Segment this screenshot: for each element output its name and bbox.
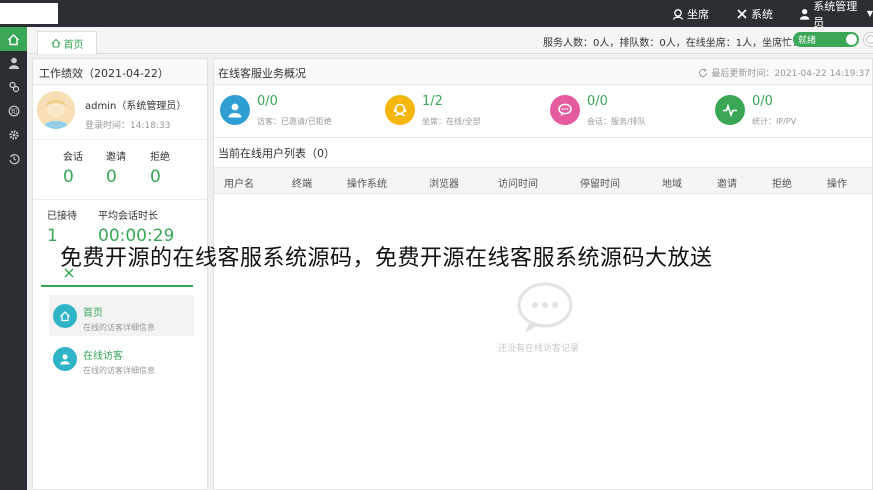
refresh-icon xyxy=(699,68,708,77)
tab-strip: 首页 服务人数：0人，排队数：0人，在线坐席：1人，坐席忙：0人 就绪 示忙 xyxy=(27,27,873,54)
metric-visitors-value: 0/0 xyxy=(257,94,278,109)
avatar xyxy=(37,91,75,129)
system-label: 系统 xyxy=(751,7,773,21)
toggle-knob xyxy=(846,34,857,45)
agent-icon xyxy=(385,95,415,125)
top-bar: 坐席 系统 系统管理员 ▼ xyxy=(0,0,873,29)
system-menu[interactable]: 系统 xyxy=(736,0,773,27)
stat-value-session: 0 xyxy=(63,167,74,187)
watermark-caption: 免费开源的在线客服系统源码，免费开源在线客服系统源码大放送 xyxy=(60,246,713,271)
seats-label: 坐席 xyxy=(687,7,709,21)
service-stats: 服务人数：0人，排队数：0人，在线坐席：1人，坐席忙：0人 xyxy=(543,38,819,49)
metric-visitors: 0/0 访客：已邀请/已拒绝 xyxy=(214,91,364,131)
nav-item-visitors-desc: 在线的访客详细信息 xyxy=(83,366,155,375)
nav-item-home-title: 首页 xyxy=(83,308,103,319)
divider xyxy=(214,137,872,138)
column-header[interactable]: 终端 xyxy=(292,175,312,190)
column-header[interactable]: 拒绝 xyxy=(772,175,792,190)
column-header[interactable]: 浏览器 xyxy=(429,175,459,190)
stat-label-served: 已接待 xyxy=(47,211,77,222)
nav-tab-indicator xyxy=(41,285,193,287)
home-icon xyxy=(53,304,77,328)
metric-agents: 1/2 坐席：在线/全部 xyxy=(379,91,529,131)
metric-stats: 0/0 统计：IP/PV xyxy=(709,91,859,131)
nav-item-visitors-title: 在线访客 xyxy=(83,351,123,362)
visitor-icon xyxy=(220,95,250,125)
nav-users-icon[interactable] xyxy=(0,75,27,99)
empty-message: 还没有在线访客记录 xyxy=(498,344,580,354)
visitor-icon xyxy=(53,347,77,371)
svg-text:知: 知 xyxy=(10,107,16,115)
metric-stats-value: 0/0 xyxy=(752,94,773,109)
overview-panel: 在线客服业务概况 最后更新时间：2021-04-22 14:19:37 0/0 … xyxy=(213,58,873,490)
stat-label-avg-duration: 平均会话时长 xyxy=(98,211,158,222)
login-time: 登录时间：14:18:33 xyxy=(85,121,171,131)
divider xyxy=(33,139,207,140)
toggle-knob xyxy=(866,35,873,44)
empty-chat-icon xyxy=(517,282,573,333)
ready-toggle[interactable]: 就绪 xyxy=(793,32,859,47)
metric-stats-desc: 统计：IP/PV xyxy=(752,117,797,126)
metric-sessions-desc: 会话：服务/排队 xyxy=(587,117,646,126)
caret-down-icon: ▼ xyxy=(866,9,873,18)
tab-home[interactable]: 首页 xyxy=(37,31,97,54)
column-header[interactable]: 邀请 xyxy=(717,175,737,190)
user-icon xyxy=(799,8,810,20)
nav-item-home-desc: 在线的访客详细信息 xyxy=(83,323,155,332)
nav-item-home[interactable]: 首页 在线的访客详细信息 xyxy=(49,295,194,336)
column-header[interactable]: 操作 xyxy=(827,175,847,190)
divider xyxy=(33,199,207,200)
metric-visitors-desc: 访客：已邀请/已拒绝 xyxy=(257,117,332,126)
column-header[interactable]: 用户名 xyxy=(224,175,254,190)
stat-label-invite: 邀请 xyxy=(106,152,126,163)
logo xyxy=(0,3,58,24)
nav-user-icon[interactable] xyxy=(0,51,27,75)
side-icon-bar: 知 xyxy=(0,27,27,490)
metric-agents-value: 1/2 xyxy=(422,94,443,109)
pulse-icon xyxy=(715,95,745,125)
performance-panel: 工作绩效（2021-04-22） admin（系统管理员） 登录时间：14:18… xyxy=(32,58,208,490)
column-header[interactable]: 地域 xyxy=(662,175,682,190)
online-list-title: 当前在线用户列表（0） xyxy=(218,147,335,160)
table-header: 用户名 终端 操作系统 浏览器 访问时间 停留时间 地域 邀请 拒绝 操作 xyxy=(214,167,872,194)
stat-value-served: 1 xyxy=(47,226,58,246)
overview-title: 在线客服业务概况 xyxy=(218,67,306,80)
tab-home-label: 首页 xyxy=(63,39,84,51)
admin-label: 系统管理员 xyxy=(813,0,858,29)
stat-value-reject: 0 xyxy=(150,167,161,187)
column-header[interactable]: 访问时间 xyxy=(498,175,538,190)
nav-history-icon[interactable] xyxy=(0,147,27,171)
chat-icon xyxy=(550,95,580,125)
nav-settings-icon[interactable] xyxy=(0,123,27,147)
performance-title: 工作绩效（2021-04-22） xyxy=(33,59,207,85)
metric-agents-desc: 坐席：在线/全部 xyxy=(422,117,481,126)
ready-toggle-label: 就绪 xyxy=(798,36,817,46)
stat-value-invite: 0 xyxy=(106,167,117,187)
stat-label-reject: 拒绝 xyxy=(150,152,170,163)
nav-item-online-visitors[interactable]: 在线访客 在线的访客详细信息 xyxy=(49,338,194,379)
column-header[interactable]: 操作系统 xyxy=(347,175,387,190)
metric-sessions-value: 0/0 xyxy=(587,94,608,109)
user-name: admin（系统管理员） xyxy=(85,101,187,112)
headset-icon xyxy=(672,8,684,20)
stat-label-session: 会话 xyxy=(63,152,83,163)
tools-icon xyxy=(737,8,747,19)
update-time-text: 最后更新时间：2021-04-22 14:19:37 xyxy=(711,69,870,79)
nav-home-icon[interactable] xyxy=(0,27,27,51)
update-time[interactable]: 最后更新时间：2021-04-22 14:19:37 xyxy=(698,66,870,79)
metric-sessions: 0/0 会话：服务/排队 xyxy=(544,91,694,131)
nav-stats-icon[interactable]: 知 xyxy=(0,99,27,123)
column-header[interactable]: 停留时间 xyxy=(580,175,620,190)
home-icon xyxy=(51,38,60,48)
overview-header: 在线客服业务概况 最后更新时间：2021-04-22 14:19:37 xyxy=(214,59,872,85)
admin-menu[interactable]: 系统管理员 ▼ xyxy=(799,0,873,29)
seats-menu[interactable]: 坐席 xyxy=(672,0,709,27)
busy-toggle[interactable]: 示忙 xyxy=(863,32,873,47)
